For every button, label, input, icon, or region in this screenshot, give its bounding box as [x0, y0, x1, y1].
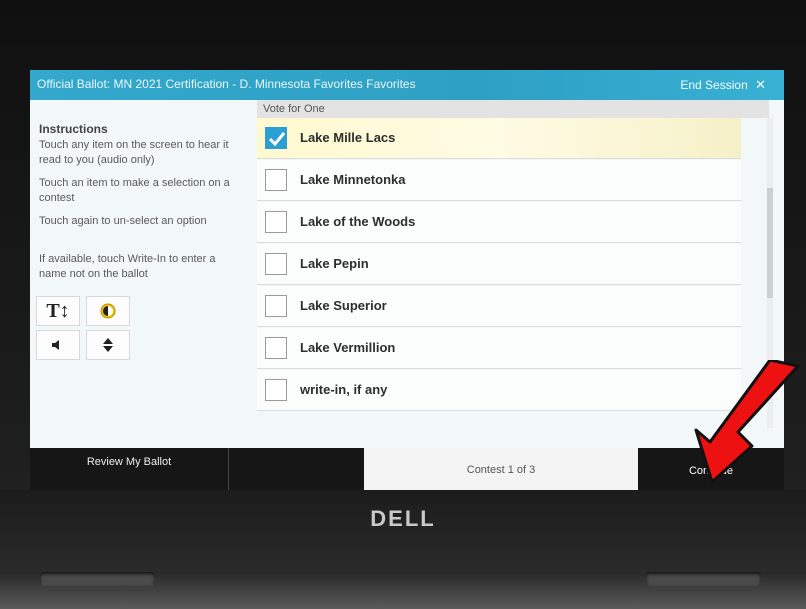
ballot-screen: Official Ballot: MN 2021 Certification -… [30, 70, 784, 490]
option-label: Lake Vermillion [300, 340, 396, 355]
instruction-item: Touch any item on the screen to hear it … [39, 139, 229, 166]
instruction-item: Touch again to un-select an option [39, 215, 207, 227]
audio-button[interactable] [36, 330, 80, 360]
option-label: write-in, if any [300, 382, 388, 397]
instructions-heading: Instructions [39, 122, 108, 136]
option-label: Lake Mille Lacs [300, 130, 396, 145]
contest-counter: Contest 1 of 3 [364, 448, 638, 490]
option-lake-of-the-woods[interactable]: Lake of the Woods [257, 202, 741, 243]
navigate-button[interactable] [86, 330, 130, 360]
text-size-button[interactable]: T↕ [36, 296, 80, 326]
checkbox[interactable] [265, 253, 287, 275]
option-lake-superior[interactable]: Lake Superior [257, 286, 741, 327]
option-lake-vermillion[interactable]: Lake Vermillion [257, 328, 741, 369]
end-session-label: End Session [680, 78, 748, 92]
instructions-panel: Instructions Touch any item on the scree… [30, 100, 252, 440]
checkbox[interactable] [265, 295, 287, 317]
option-label: Lake Superior [300, 298, 387, 313]
title-bar: Official Ballot: MN 2021 Certification -… [30, 70, 784, 100]
option-label: Lake Pepin [300, 256, 369, 271]
review-my-ballot-button[interactable]: Review My Ballot [30, 448, 229, 490]
option-lake-pepin[interactable]: Lake Pepin [257, 244, 741, 285]
brand-logo: DELL [370, 506, 436, 531]
navigate-up-down-icon [103, 338, 113, 352]
annotation-arrow-icon [694, 360, 800, 484]
checkbox[interactable] [265, 337, 287, 359]
end-session-button[interactable]: End Session ✕ [680, 77, 766, 93]
scrollbar-thumb[interactable] [767, 188, 773, 298]
ballot-title: Official Ballot: MN 2021 Certification -… [37, 77, 416, 91]
checkmark-icon [268, 132, 286, 147]
contrast-button[interactable] [86, 296, 130, 326]
close-icon: ✕ [755, 77, 766, 92]
ballot-footer: Review My Ballot Contest 1 of 3 Continue [30, 448, 784, 490]
option-label: Lake Minnetonka [300, 172, 406, 187]
option-lake-minnetonka[interactable]: Lake Minnetonka [257, 160, 741, 201]
checkbox[interactable] [265, 169, 287, 191]
instruction-item: If available, touch Write-In to enter a … [39, 253, 216, 280]
checkbox[interactable] [265, 379, 287, 401]
audio-speaker-icon [52, 340, 59, 350]
vote-for-header: Vote for One [257, 100, 769, 118]
contrast-icon [100, 303, 116, 319]
checkbox[interactable] [265, 211, 287, 233]
option-lake-mille-lacs[interactable]: Lake Mille Lacs [257, 118, 741, 159]
option-label: Lake of the Woods [300, 214, 416, 229]
text-size-icon: T↕ [46, 299, 70, 322]
hinge-left [40, 572, 155, 586]
checkbox-checked[interactable] [265, 127, 287, 149]
option-write-in[interactable]: write-in, if any [257, 370, 741, 411]
hinge-right [646, 572, 761, 586]
instruction-item: Touch an item to make a selection on a c… [39, 177, 230, 204]
